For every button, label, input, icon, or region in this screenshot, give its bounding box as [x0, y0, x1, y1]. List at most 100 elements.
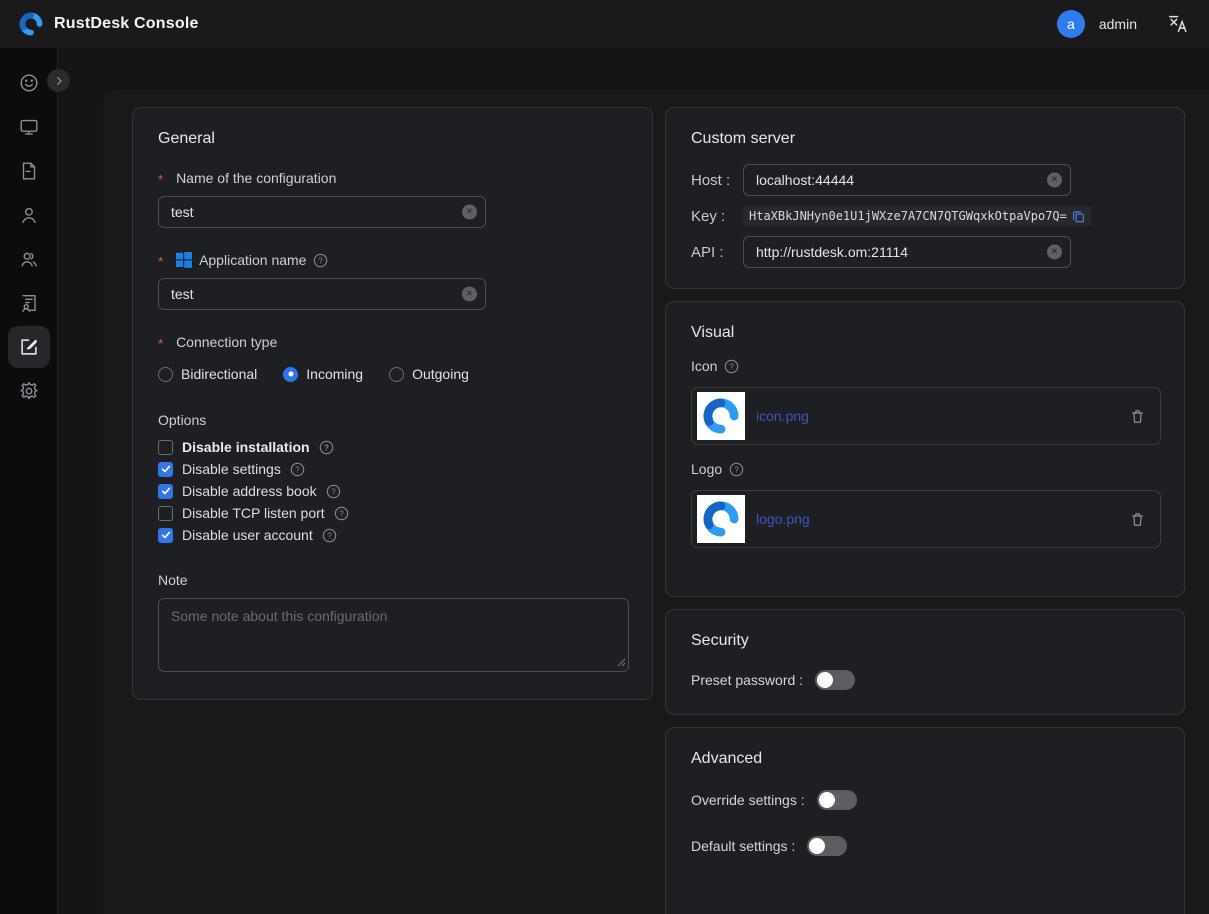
api-label: API : — [691, 244, 743, 261]
app-name-input[interactable] — [158, 278, 486, 310]
override-settings-toggle[interactable] — [817, 790, 857, 810]
sidebar-item-audit[interactable] — [8, 150, 50, 192]
clear-icon[interactable]: × — [1047, 173, 1062, 188]
sidebar-item-dashboard[interactable] — [8, 62, 50, 104]
copy-icon[interactable] — [1072, 210, 1085, 223]
note-textarea[interactable] — [158, 598, 629, 672]
sidebar-item-users[interactable] — [8, 194, 50, 236]
windows-logo-icon — [176, 252, 192, 268]
help-icon[interactable]: ? — [319, 440, 334, 455]
general-title: General — [158, 130, 627, 148]
username[interactable]: admin — [1099, 16, 1137, 32]
sidebar-item-settings[interactable] — [8, 370, 50, 412]
sidebar-item-custom-client[interactable] — [8, 326, 50, 368]
general-card: General Name of the configuration × — [132, 107, 653, 700]
config-name-field: × — [158, 196, 486, 228]
svg-text:?: ? — [331, 487, 336, 496]
radio-incoming[interactable]: Incoming — [283, 366, 363, 382]
help-icon[interactable]: ? — [313, 253, 328, 268]
checkbox — [158, 440, 173, 455]
note-label: Note — [158, 572, 627, 588]
clear-icon[interactable]: × — [1047, 245, 1062, 260]
advanced-title: Advanced — [691, 750, 1159, 768]
checkbox-disable-installation[interactable]: Disable installation ? — [158, 436, 627, 458]
icon-file-link[interactable]: icon.png — [756, 408, 809, 424]
default-settings-toggle[interactable] — [807, 836, 847, 856]
svg-text:?: ? — [327, 531, 332, 540]
document-user-icon — [18, 292, 40, 314]
preset-password-toggle[interactable] — [815, 670, 855, 690]
host-field: × — [743, 164, 1071, 196]
help-icon[interactable]: ? — [724, 359, 739, 374]
clear-icon[interactable]: × — [462, 205, 477, 220]
checkbox-disable-settings[interactable]: Disable settings ? — [158, 458, 627, 480]
help-icon[interactable]: ? — [326, 484, 341, 499]
checkbox-disable-tcp-listen-port[interactable]: Disable TCP listen port ? — [158, 502, 627, 524]
top-bar: RustDesk Console a admin — [0, 0, 1209, 48]
preset-password-label: Preset password : — [691, 672, 803, 688]
help-icon[interactable]: ? — [729, 462, 744, 477]
host-input[interactable] — [743, 164, 1071, 196]
icon-file-row: icon.png — [691, 387, 1161, 445]
rustdesk-logo-icon — [18, 11, 44, 37]
gear-icon — [18, 380, 40, 402]
checkbox — [158, 484, 173, 499]
document-icon — [18, 160, 40, 182]
connection-type-label: Connection type — [158, 334, 627, 350]
svg-text:?: ? — [734, 465, 739, 474]
help-icon[interactable]: ? — [290, 462, 305, 477]
sidebar — [0, 48, 58, 914]
api-input[interactable] — [743, 236, 1071, 268]
icon-thumbnail — [697, 392, 745, 440]
sidebar-item-devices[interactable] — [8, 106, 50, 148]
app-name-field: × — [158, 278, 486, 310]
host-label: Host : — [691, 172, 743, 189]
monitor-icon — [18, 116, 40, 138]
radio-dot — [283, 367, 298, 382]
user-group-icon — [18, 248, 40, 270]
svg-text:?: ? — [339, 509, 344, 518]
trash-icon[interactable] — [1129, 408, 1146, 425]
svg-text:?: ? — [730, 362, 735, 371]
config-name-label: Name of the configuration — [158, 170, 627, 186]
checkbox-disable-user-account[interactable]: Disable user account ? — [158, 524, 627, 546]
radio-bidirectional[interactable]: Bidirectional — [158, 366, 257, 382]
help-icon[interactable]: ? — [334, 506, 349, 521]
advanced-card: Advanced Override settings : Default set… — [665, 727, 1185, 914]
svg-text:?: ? — [319, 256, 324, 265]
config-name-input[interactable] — [158, 196, 486, 228]
api-field: × — [743, 236, 1071, 268]
smiley-icon — [18, 72, 40, 94]
chevron-right-icon — [53, 75, 65, 87]
logo-file-row: logo.png — [691, 490, 1161, 548]
clear-icon[interactable]: × — [462, 287, 477, 302]
logo-thumbnail — [697, 495, 745, 543]
edit-icon — [18, 336, 40, 358]
connection-type-group: Bidirectional Incoming Outgoing — [158, 366, 627, 382]
app-name-label: Application name ? — [158, 252, 627, 268]
radio-dot — [389, 367, 404, 382]
help-icon[interactable]: ? — [322, 528, 337, 543]
security-title: Security — [691, 632, 1159, 650]
security-card: Security Preset password : — [665, 609, 1185, 715]
user-icon — [18, 204, 40, 226]
sidebar-item-assignments[interactable] — [8, 282, 50, 324]
user-avatar[interactable]: a — [1057, 10, 1085, 38]
sidebar-item-groups[interactable] — [8, 238, 50, 280]
sidebar-expand-button[interactable] — [47, 69, 70, 92]
checkbox-disable-address-book[interactable]: Disable address book ? — [158, 480, 627, 502]
trash-icon[interactable] — [1129, 511, 1146, 528]
radio-dot — [158, 367, 173, 382]
options-list: Disable installation ? Disable settings … — [158, 436, 627, 546]
default-settings-label: Default settings : — [691, 838, 795, 854]
key-label: Key : — [691, 208, 743, 225]
logo-label: Logo ? — [691, 461, 1159, 477]
radio-outgoing[interactable]: Outgoing — [389, 366, 469, 382]
override-settings-label: Override settings : — [691, 792, 805, 808]
note-field — [158, 598, 629, 677]
visual-card: Visual Icon ? icon.png — [665, 301, 1185, 597]
logo-file-link[interactable]: logo.png — [756, 511, 810, 527]
svg-text:?: ? — [324, 443, 329, 452]
custom-server-card: Custom server Host : × Key : HtaXBkJNHyn… — [665, 107, 1185, 289]
translate-icon[interactable] — [1165, 11, 1191, 37]
